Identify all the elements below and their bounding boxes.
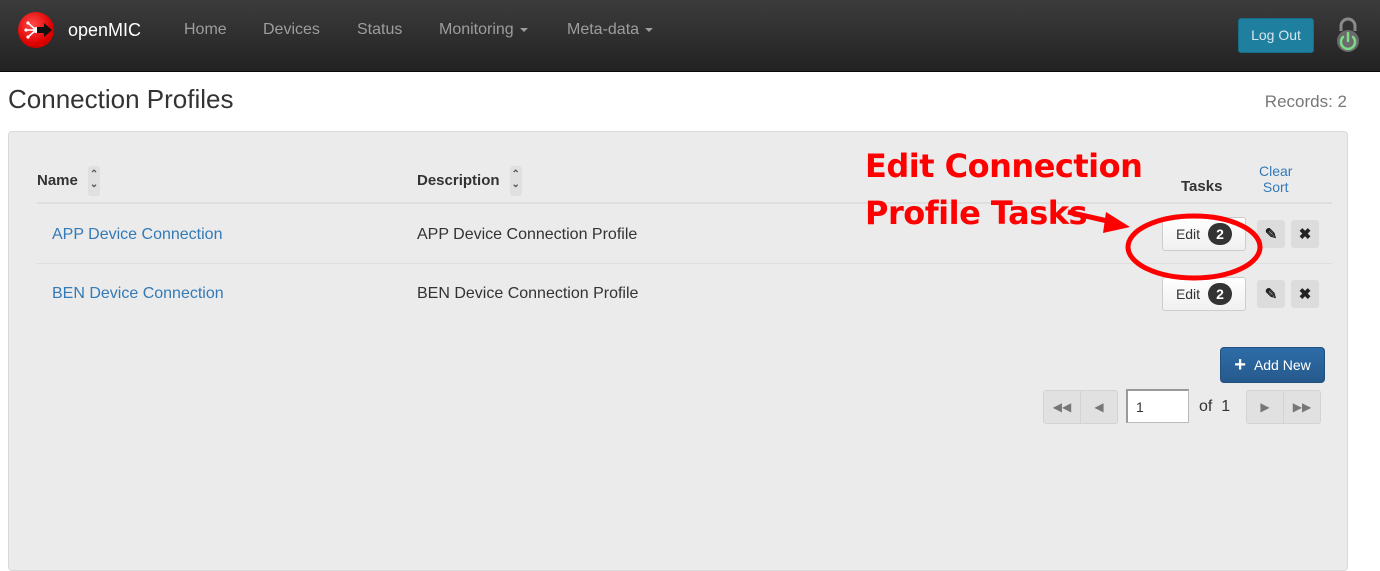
nav-monitoring-label: Monitoring bbox=[439, 21, 514, 38]
caret-down-icon bbox=[519, 27, 528, 32]
chevron-left-icon: ◀ bbox=[1094, 400, 1104, 414]
nav-home[interactable]: Home bbox=[184, 21, 227, 39]
column-header-tasks: Tasks bbox=[1181, 178, 1223, 195]
column-header-description[interactable]: Description ⌃ ⌄ bbox=[417, 166, 522, 196]
row-divider bbox=[37, 263, 1332, 264]
sort-icon[interactable]: ⌃ ⌄ bbox=[509, 166, 522, 196]
column-header-name[interactable]: Name ⌃ ⌄ bbox=[37, 166, 101, 196]
profile-description: BEN Device Connection Profile bbox=[417, 285, 639, 302]
profile-name-link[interactable]: BEN Device Connection bbox=[52, 285, 224, 303]
column-description-label: Description bbox=[417, 171, 500, 189]
nav-status-label: Status bbox=[357, 21, 403, 38]
annotation-line1: Edit Connection bbox=[865, 147, 1143, 185]
power-lock-icon[interactable] bbox=[1334, 17, 1362, 60]
top-navbar: openMIC Home Devices Status Monitoring M… bbox=[0, 0, 1380, 72]
nav-home-label: Home bbox=[184, 21, 227, 38]
nav-devices[interactable]: Devices bbox=[263, 21, 320, 39]
page-total: of 1 bbox=[1199, 398, 1230, 416]
nav-metadata-label: Meta-data bbox=[567, 21, 640, 38]
profile-name-link[interactable]: APP Device Connection bbox=[52, 226, 222, 244]
clear-sort-line2: Sort bbox=[1262, 179, 1289, 195]
task-count-badge: 2 bbox=[1208, 283, 1233, 305]
nav-monitoring-dropdown[interactable]: Monitoring bbox=[439, 21, 528, 39]
edit-label: Edit bbox=[1175, 226, 1201, 242]
nav-status[interactable]: Status bbox=[357, 21, 402, 39]
total-pages: 1 bbox=[1221, 398, 1231, 415]
annotation-line2: Profile Tasks bbox=[865, 194, 1088, 232]
brand[interactable]: openMIC bbox=[18, 12, 141, 48]
sort-icon[interactable]: ⌃ ⌄ bbox=[88, 166, 101, 196]
pencil-icon: ✎ bbox=[1264, 226, 1278, 243]
nav-devices-label: Devices bbox=[263, 21, 320, 38]
logout-button[interactable]: Log Out bbox=[1238, 18, 1314, 53]
page-number-input[interactable] bbox=[1126, 389, 1189, 423]
edit-tasks-button[interactable]: Edit 2 bbox=[1162, 217, 1246, 251]
records-count: Records: 2 bbox=[1264, 92, 1347, 111]
task-count-badge: 2 bbox=[1208, 223, 1233, 245]
nav-metadata-dropdown[interactable]: Meta-data bbox=[567, 21, 654, 39]
delete-button[interactable]: ✖ bbox=[1291, 220, 1319, 248]
prev-page-button[interactable]: ◀ bbox=[1080, 390, 1118, 424]
edit-label: Edit bbox=[1175, 286, 1201, 302]
add-new-label: Add New bbox=[1253, 357, 1311, 373]
brand-name: openMIC bbox=[68, 19, 142, 40]
plus-icon: + bbox=[1234, 354, 1246, 376]
add-new-button[interactable]: + Add New bbox=[1220, 347, 1325, 383]
double-chevron-left-icon: ◀◀ bbox=[1052, 400, 1072, 414]
edit-pencil-button[interactable]: ✎ bbox=[1257, 220, 1285, 248]
profile-description: APP Device Connection Profile bbox=[417, 226, 638, 243]
page-title: Connection Profiles bbox=[8, 84, 234, 114]
double-chevron-right-icon: ▶▶ bbox=[1292, 400, 1312, 414]
column-name-label: Name bbox=[37, 171, 78, 189]
edit-tasks-button[interactable]: Edit 2 bbox=[1162, 277, 1246, 311]
chevron-right-icon: ▶ bbox=[1260, 400, 1270, 414]
next-page-button[interactable]: ▶ bbox=[1246, 390, 1284, 424]
edit-pencil-button[interactable]: ✎ bbox=[1257, 280, 1285, 308]
connection-profiles-panel: Name ⌃ ⌄ Description ⌃ ⌄ Tasks Clear Sort … bbox=[8, 131, 1348, 571]
of-label: of bbox=[1199, 398, 1213, 415]
close-icon: ✖ bbox=[1298, 226, 1312, 243]
clear-sort-line1: Clear bbox=[1259, 163, 1293, 179]
last-page-button[interactable]: ▶▶ bbox=[1283, 390, 1321, 424]
pencil-icon: ✎ bbox=[1264, 286, 1278, 303]
caret-down-icon bbox=[645, 27, 654, 32]
clear-sort-link[interactable]: Clear Sort bbox=[1259, 163, 1292, 195]
annotation-callout: Edit Connection Profile Tasks bbox=[865, 143, 1143, 237]
openmic-logo-icon bbox=[18, 12, 54, 48]
close-icon: ✖ bbox=[1298, 286, 1312, 303]
delete-button[interactable]: ✖ bbox=[1291, 280, 1319, 308]
first-page-button[interactable]: ◀◀ bbox=[1043, 390, 1081, 424]
